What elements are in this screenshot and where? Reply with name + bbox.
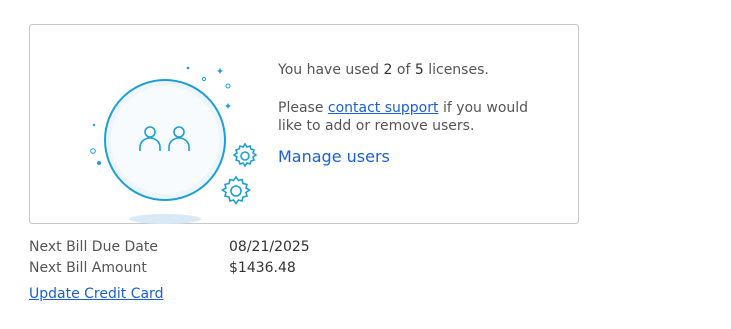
gear-icon bbox=[232, 142, 258, 168]
next-bill-amount-label: Next Bill Amount bbox=[29, 260, 147, 276]
next-bill-due-row: Next Bill Due Date 08/21/2025 bbox=[29, 237, 310, 258]
contact-support-link[interactable]: contact support bbox=[328, 100, 439, 116]
next-bill-due-value: 08/21/2025 bbox=[229, 239, 310, 255]
gear-icon bbox=[221, 175, 251, 205]
support-prefix: Please bbox=[278, 100, 324, 116]
licenses-used: 2 bbox=[383, 62, 393, 78]
illustration-shadow bbox=[129, 214, 201, 224]
update-credit-card-link[interactable]: Update Credit Card bbox=[29, 286, 163, 302]
next-bill-amount-row: Next Bill Amount $1436.48 bbox=[29, 258, 310, 279]
manage-users-link[interactable]: Manage users bbox=[278, 148, 390, 166]
usage-of: of bbox=[396, 62, 411, 78]
next-bill-amount-value: $1436.48 bbox=[229, 260, 296, 276]
support-text: Please contact support if you would like… bbox=[278, 99, 548, 135]
license-usage-text: You have used 2 of 5 licenses. bbox=[278, 61, 548, 79]
next-bill-due-label: Next Bill Due Date bbox=[29, 239, 158, 255]
users-illustration bbox=[90, 66, 258, 224]
license-card: You have used 2 of 5 licenses. Please co… bbox=[29, 24, 579, 224]
usage-prefix: You have used bbox=[278, 62, 380, 78]
billing-summary: Next Bill Due Date 08/21/2025 Next Bill … bbox=[29, 237, 310, 279]
usage-suffix: licenses. bbox=[428, 62, 489, 78]
licenses-total: 5 bbox=[414, 62, 424, 78]
license-info: You have used 2 of 5 licenses. Please co… bbox=[278, 61, 548, 167]
